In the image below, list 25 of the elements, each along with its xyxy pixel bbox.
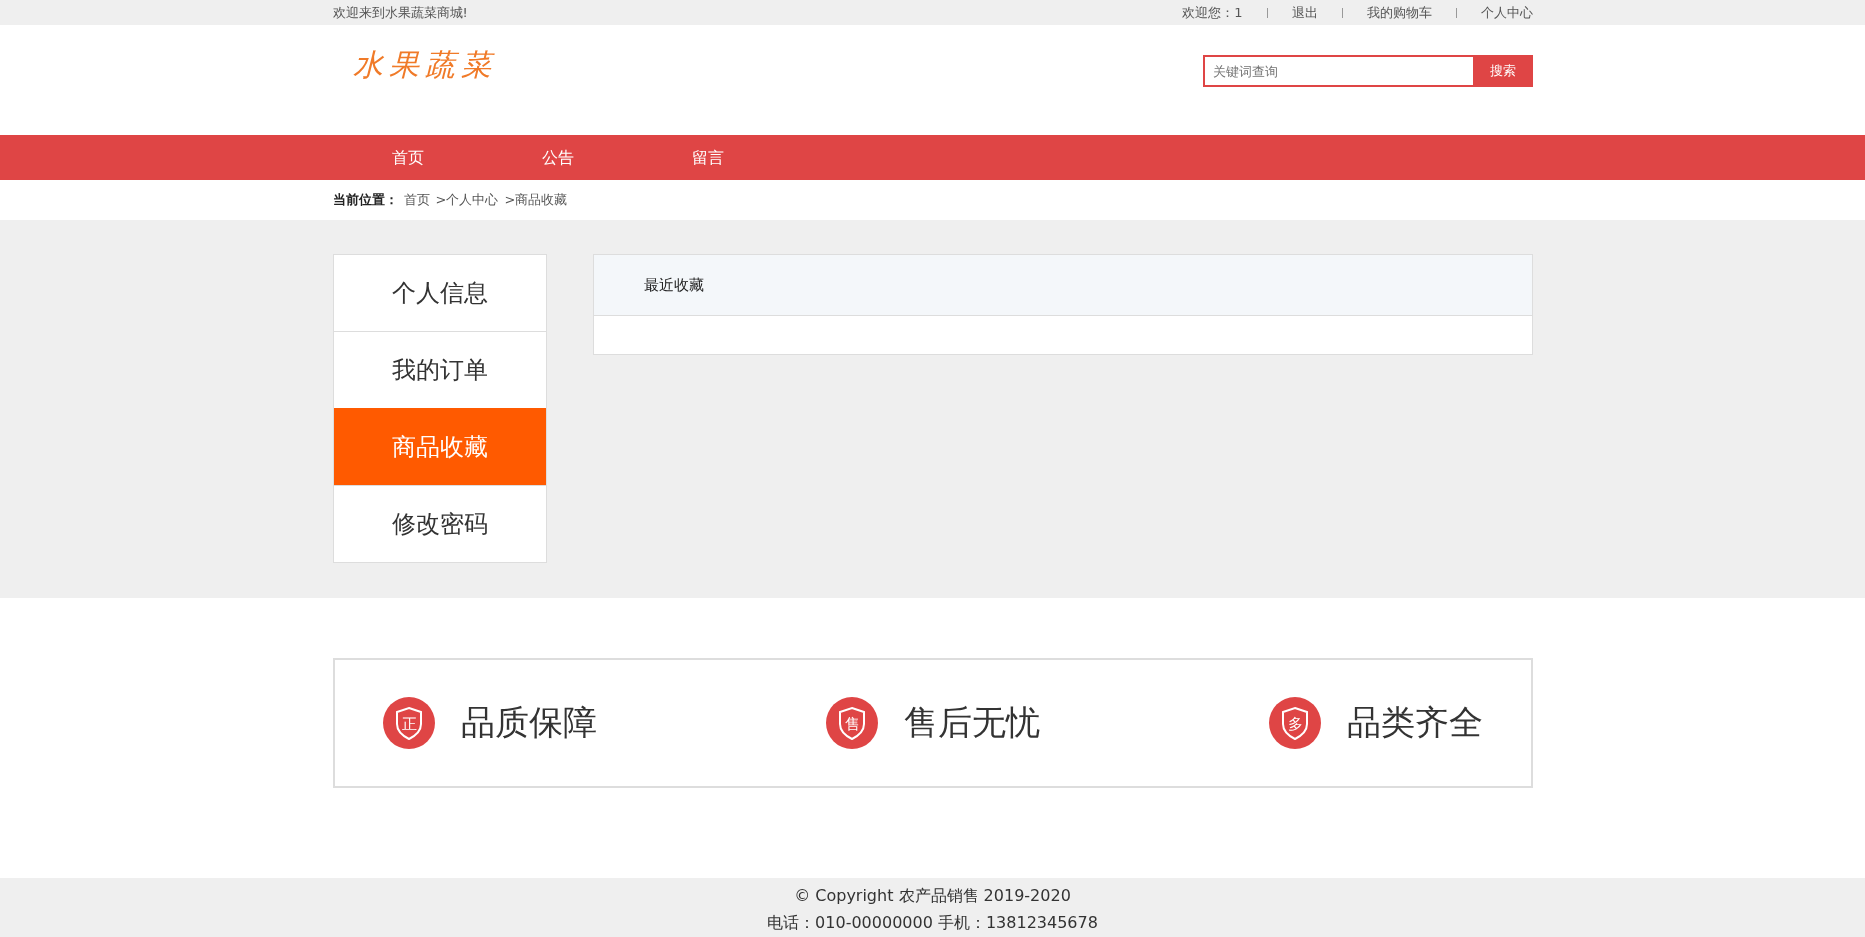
top-link[interactable]: 欢迎您：1 bbox=[1158, 7, 1267, 18]
contact-text: 电话：010-00000000 手机：13812345678 bbox=[767, 913, 1098, 934]
feature-label: 售后无忧 bbox=[903, 701, 1040, 744]
shield-badge-icon: 正 bbox=[382, 697, 435, 749]
nav-link[interactable]: 公告 bbox=[482, 135, 633, 180]
feature-label: 品类齐全 bbox=[1346, 701, 1483, 744]
sidebar-item[interactable]: 个人信息 bbox=[333, 255, 546, 331]
shield-badge-icon: 售 bbox=[825, 697, 878, 749]
breadcrumb-link[interactable]: >个人中心 bbox=[435, 191, 499, 209]
panel-title: 最近收藏 bbox=[643, 275, 704, 295]
breadcrumb-link[interactable]: >商品收藏 bbox=[504, 191, 568, 209]
top-link[interactable]: 我的购物车 bbox=[1341, 7, 1456, 18]
welcome-text: 欢迎来到水果蔬菜商城! bbox=[332, 3, 468, 22]
nav-link[interactable]: 留言 bbox=[632, 135, 783, 180]
feature-label: 品质保障 bbox=[460, 701, 597, 744]
top-link[interactable]: 退出 bbox=[1266, 7, 1342, 18]
copyright-text: © Copyright 农产品销售 2019-2020 bbox=[794, 886, 1071, 907]
nav-link[interactable]: 首页 bbox=[332, 135, 483, 180]
search-button[interactable]: 搜索 bbox=[1472, 55, 1533, 87]
breadcrumb-link[interactable]: 首页 bbox=[403, 191, 430, 209]
search-field[interactable]: 关键词查询 bbox=[1202, 55, 1473, 87]
breadcrumb-label: 当前位置： bbox=[332, 191, 398, 209]
top-link[interactable]: 个人中心 bbox=[1455, 7, 1533, 18]
shield-badge-icon: 多 bbox=[1268, 697, 1321, 749]
sidebar-item[interactable]: 修改密码 bbox=[333, 485, 546, 562]
